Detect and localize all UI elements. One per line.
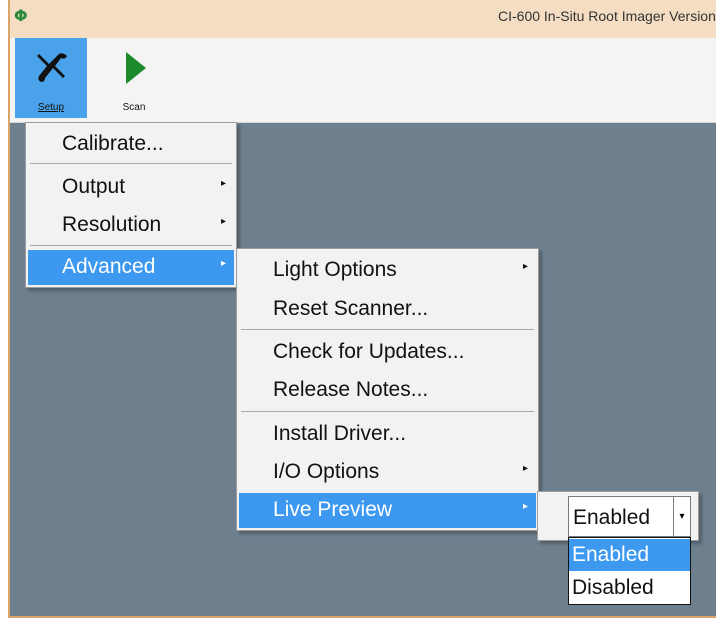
menu-item-label: I/O Options [273,460,380,483]
live-preview-select[interactable]: Enabled ▾ [568,496,691,537]
menu-item-label: Calibrate... [62,132,164,155]
option-label: Disabled [572,576,654,599]
app-logo-icon: Φ [14,6,28,25]
menu-item-label: Check for Updates... [273,340,465,363]
ribbon-toolbar: Setup Scan [10,38,716,123]
advanced-submenu: Light Options ▸ Reset Scanner... Check f… [236,248,539,531]
option-enabled[interactable]: Enabled [569,539,690,571]
setup-menu: Calibrate... Output ▸ Resolution ▸ Advan… [25,122,237,288]
menu-separator [241,411,534,412]
menu-item-calibrate[interactable]: Calibrate... [28,127,234,162]
menu-item-output[interactable]: Output ▸ [28,170,234,205]
submenu-arrow-icon: ▸ [522,501,528,512]
title-bar: Φ CI-600 In-Situ Root Imager Version [10,0,716,38]
menu-item-label: Resolution [62,213,162,236]
window-title: CI-600 In-Situ Root Imager Version [498,8,716,24]
menu-item-check-for-updates[interactable]: Check for Updates... [239,335,536,370]
menu-item-install-driver[interactable]: Install Driver... [239,417,536,452]
tools-icon [37,53,67,82]
menu-item-reset-scanner[interactable]: Reset Scanner... [239,292,536,327]
menu-item-label: Light Options [273,258,397,281]
menu-item-label: Advanced [62,255,156,278]
menu-item-resolution[interactable]: Resolution ▸ [28,208,234,243]
submenu-arrow-icon: ▸ [522,261,528,272]
menu-separator [241,329,534,330]
menu-item-release-notes[interactable]: Release Notes... [239,373,536,408]
menu-item-label: Install Driver... [273,422,407,445]
submenu-arrow-icon: ▸ [522,463,528,474]
setup-button[interactable]: Setup [15,38,87,118]
scan-button-label: Scan [122,102,146,113]
dropdown-arrow-icon[interactable]: ▾ [673,497,690,536]
option-disabled[interactable]: Disabled [569,572,690,604]
play-icon [126,52,146,84]
submenu-arrow-icon: ▸ [220,216,226,227]
menu-item-label: Live Preview [273,498,393,521]
menu-item-light-options[interactable]: Light Options ▸ [239,253,536,288]
menu-separator [30,163,232,164]
menu-item-label: Output [62,175,126,198]
live-preview-value: Enabled [573,506,651,529]
submenu-arrow-icon: ▸ [220,258,226,269]
menu-separator [30,245,232,246]
menu-item-live-preview[interactable]: Live Preview ▸ [239,493,536,528]
menu-item-label: Reset Scanner... [273,297,429,320]
option-label: Enabled [572,543,650,566]
menu-item-io-options[interactable]: I/O Options ▸ [239,455,536,490]
menu-item-label: Release Notes... [273,378,429,401]
menu-item-advanced[interactable]: Advanced ▸ [28,250,234,285]
setup-button-label: Setup [37,102,65,113]
live-preview-dropdown-list: Enabled Disabled [568,537,691,605]
scan-button[interactable]: Scan [98,38,170,118]
submenu-arrow-icon: ▸ [220,178,226,189]
